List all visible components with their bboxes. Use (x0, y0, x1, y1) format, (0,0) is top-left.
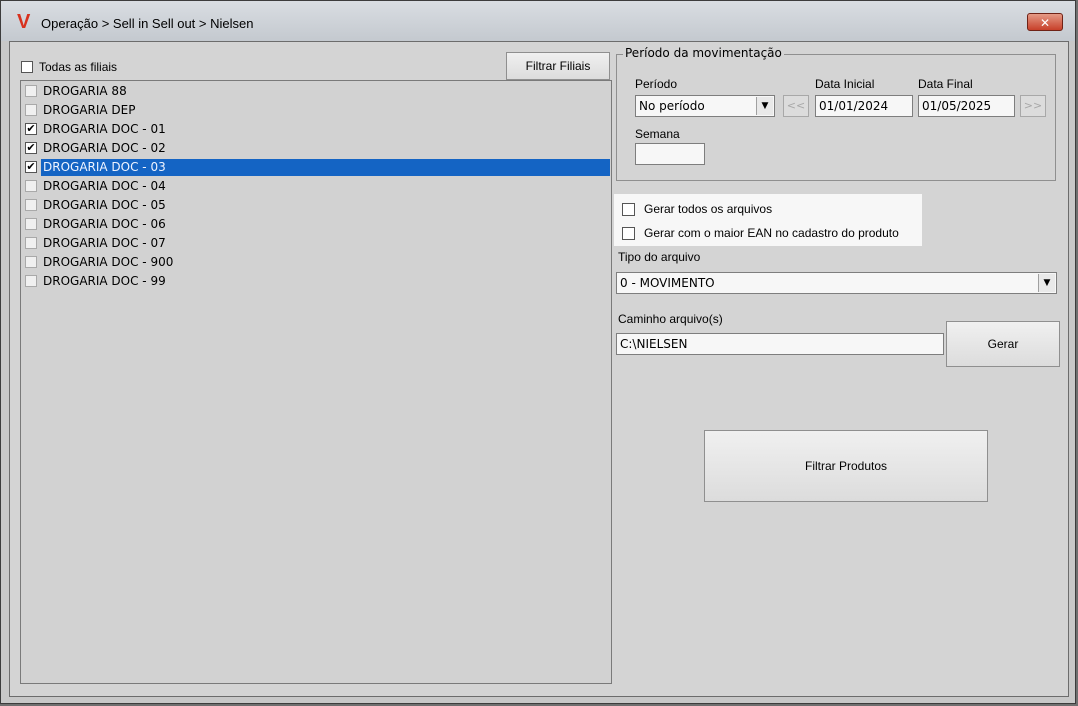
branch-item[interactable]: DROGARIA DOC - 99 (22, 272, 610, 290)
file-path-label: Caminho arquivo(s) (618, 312, 723, 326)
branch-item[interactable]: DROGARIA DEP (22, 101, 610, 119)
app-logo-icon: V (17, 11, 31, 33)
branch-item[interactable]: DROGARIA 88 (22, 82, 610, 100)
file-path-field[interactable]: C:\NIELSEN (616, 333, 944, 355)
checkmark-icon[interactable]: ✔ (25, 123, 37, 135)
week-field[interactable] (635, 143, 705, 165)
checkbox-icon[interactable] (622, 202, 635, 216)
options-panel: Gerar todos os arquivos Gerar com o maio… (614, 194, 922, 246)
branch-item[interactable]: ✔ DROGARIA DOC - 03 (22, 158, 610, 176)
branch-item-label: DROGARIA DOC - 03 (41, 158, 610, 176)
next-period-button[interactable]: >> (1020, 95, 1046, 117)
branch-item-label: DROGARIA DOC - 02 (43, 140, 166, 155)
end-date-label: Data Final (918, 77, 973, 91)
largest-ean-label: Gerar com o maior EAN no cadastro do pro… (644, 226, 899, 240)
branch-item-label: DROGARIA 88 (43, 83, 127, 98)
branch-item-label: DROGARIA DOC - 900 (43, 254, 174, 269)
filter-branches-button[interactable]: Filtrar Filiais (506, 52, 610, 80)
checkmark-icon[interactable]: ✔ (25, 161, 37, 173)
generate-all-files-checkbox[interactable]: Gerar todos os arquivos (622, 202, 772, 216)
branch-item[interactable]: DROGARIA DOC - 05 (22, 196, 610, 214)
branch-item[interactable]: DROGARIA DOC - 06 (22, 215, 610, 233)
generate-all-files-label: Gerar todos os arquivos (644, 202, 773, 216)
chevron-down-icon[interactable]: ▼ (756, 97, 773, 115)
start-date-label: Data Inicial (815, 77, 875, 91)
branch-item[interactable]: ✔ DROGARIA DOC - 02 (22, 139, 610, 157)
checkbox-icon[interactable] (25, 180, 37, 192)
period-select-value: No período (639, 99, 705, 113)
branch-item-label: DROGARIA DEP (43, 102, 136, 117)
file-type-label: Tipo do arquivo (618, 250, 701, 264)
checkbox-icon[interactable] (21, 61, 33, 73)
previous-period-button[interactable]: << (783, 95, 809, 117)
checkbox-icon[interactable] (25, 104, 37, 116)
branch-item-label: DROGARIA DOC - 07 (43, 235, 166, 250)
branch-item-label: DROGARIA DOC - 04 (43, 178, 166, 193)
file-type-select[interactable]: 0 - MOVIMENTO ▼ (616, 272, 1057, 294)
nielsen-window: V Operação > Sell in Sell out > Nielsen … (0, 0, 1076, 704)
checkmark-icon[interactable]: ✔ (25, 142, 37, 154)
branch-item-label: DROGARIA DOC - 06 (43, 216, 166, 231)
period-group: Período da movimentação Período No perío… (616, 46, 1056, 181)
end-date-field[interactable]: 01/05/2025 (918, 95, 1015, 117)
period-select[interactable]: No período ▼ (635, 95, 775, 117)
checkbox-icon[interactable] (25, 199, 37, 211)
checkbox-icon[interactable] (622, 226, 635, 240)
period-label: Período (635, 77, 678, 91)
branch-list[interactable]: DROGARIA 88 DROGARIA DEP ✔ DROGARIA DOC - 0… (20, 80, 612, 684)
branch-item[interactable]: DROGARIA DOC - 04 (22, 177, 610, 195)
all-branches-label: Todas as filiais (39, 60, 118, 74)
largest-ean-checkbox[interactable]: Gerar com o maior EAN no cadastro do pro… (622, 226, 899, 240)
checkbox-icon[interactable] (25, 85, 37, 97)
generate-button[interactable]: Gerar (946, 321, 1060, 367)
checkbox-icon[interactable] (25, 275, 37, 287)
branch-item[interactable]: DROGARIA DOC - 07 (22, 234, 610, 252)
branch-item-label: DROGARIA DOC - 99 (43, 273, 166, 288)
branch-item[interactable]: ✔ DROGARIA DOC - 01 (22, 120, 610, 138)
client-area: Todas as filiais Filtrar Filiais DROGARI… (9, 41, 1069, 697)
start-date-field[interactable]: 01/01/2024 (815, 95, 913, 117)
all-branches-checkbox[interactable]: Todas as filiais (21, 60, 117, 74)
title-bar: V Operação > Sell in Sell out > Nielsen … (1, 1, 1075, 41)
file-type-value: 0 - MOVIMENTO (620, 276, 715, 290)
period-group-title: Período da movimentação (623, 46, 784, 60)
branch-item-label: DROGARIA DOC - 05 (43, 197, 166, 212)
week-label: Semana (635, 127, 680, 141)
filter-products-button[interactable]: Filtrar Produtos (704, 430, 988, 502)
checkbox-icon[interactable] (25, 237, 37, 249)
checkbox-icon[interactable] (25, 218, 37, 230)
branch-item[interactable]: DROGARIA DOC - 900 (22, 253, 610, 271)
checkbox-icon[interactable] (25, 256, 37, 268)
chevron-down-icon[interactable]: ▼ (1038, 274, 1055, 292)
window-title: Operação > Sell in Sell out > Nielsen (41, 16, 254, 31)
close-button[interactable]: ✕ (1027, 13, 1063, 31)
branch-item-label: DROGARIA DOC - 01 (43, 121, 166, 136)
